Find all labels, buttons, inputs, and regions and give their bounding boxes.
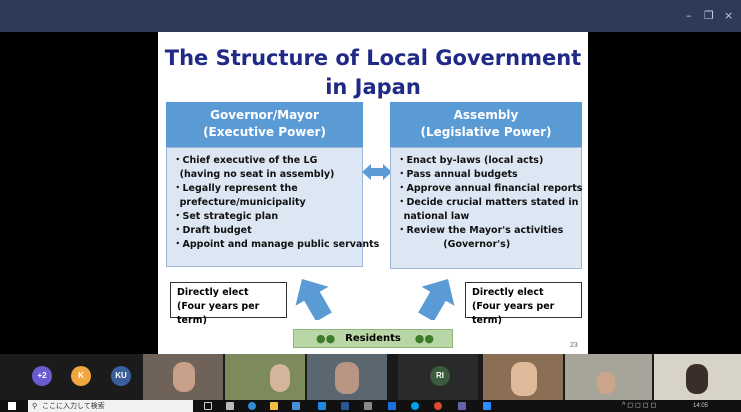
up-arrow-right-icon: [418, 278, 455, 320]
left-elect-line1: Directly elect: [177, 287, 249, 298]
people-icon: ●●: [414, 332, 434, 345]
store-icon[interactable]: [292, 402, 300, 410]
executive-bullet: ・Legally represent the: [173, 183, 298, 194]
executive-bullet: ・Appoint and manage public servants: [173, 239, 380, 250]
people-icon: ●●: [316, 332, 336, 345]
executive-box-body: ・Chief executive of the LG (having no se…: [166, 147, 380, 267]
teams-icon[interactable]: [458, 402, 466, 410]
legislative-box-body: ・Enact by-laws (local acts) ・Pass annual…: [390, 147, 582, 269]
slide-page-number: 23: [570, 342, 578, 349]
windows-taskbar: ⚲ ここに入力して検索 ^ ◻ ◻ ◻ ◻ 14:05: [0, 400, 741, 412]
executive-bullet: (having no seat in assembly): [173, 169, 335, 180]
executive-box-title: Governor/Mayor: [210, 108, 319, 122]
search-icon: ⚲: [32, 402, 38, 410]
legislative-bullet: national law: [397, 211, 470, 222]
participant-video-tile[interactable]: [654, 354, 741, 400]
legislative-box-subtitle: (Legislative Power): [420, 125, 552, 139]
presentation-slide: The Structure of Local Government in Jap…: [158, 32, 588, 354]
executive-bullet: ・Chief executive of the LG: [173, 155, 318, 166]
task-view-icon[interactable]: [204, 402, 212, 410]
window-titlebar: – ❐ ×: [0, 0, 741, 32]
right-elect-line1: Directly elect: [472, 287, 544, 298]
taskbar-search-field[interactable]: ⚲ ここに入力して検索: [28, 400, 193, 412]
tray-icons[interactable]: ^ ◻ ◻ ◻ ◻: [622, 400, 656, 412]
participant-video-tile[interactable]: [483, 354, 563, 400]
windows-start-icon[interactable]: [8, 402, 16, 410]
executive-bullet: ・Set strategic plan: [173, 211, 279, 222]
double-arrow-icon: [362, 164, 392, 180]
taskbar-clock[interactable]: 14:05: [693, 400, 708, 412]
executive-box-header: Governor/Mayor (Executive Power): [166, 102, 363, 147]
outlook-icon[interactable]: [388, 402, 396, 410]
legislative-bullet: ・Pass annual budgets: [397, 169, 518, 180]
participant-avatar-ri: RI: [430, 366, 450, 386]
legislative-bullet: (Governor's): [397, 239, 511, 250]
participant-video-tile[interactable]: [565, 354, 652, 400]
taskbar-search-placeholder: ここに入力して検索: [42, 402, 105, 410]
legislative-bullet: ・Enact by-laws (local acts): [397, 155, 544, 166]
legislative-bullet: ・Review the Mayor's activities: [397, 225, 564, 236]
legislative-bullet: ・Decide crucial matters stated in: [397, 197, 579, 208]
minimize-button[interactable]: –: [686, 9, 692, 22]
right-elect-box: Directly elect (Four years per term): [465, 282, 582, 326]
slide-title-line2: in Japan: [325, 75, 421, 99]
participant-avatar-ku[interactable]: KU: [111, 366, 131, 386]
file-explorer-icon[interactable]: [270, 402, 278, 410]
executive-bullet: prefecture/municipality: [173, 197, 306, 208]
legislative-box-header: Assembly (Legislative Power): [390, 102, 582, 147]
participant-video-tile[interactable]: [307, 354, 387, 400]
zoom-icon[interactable]: [483, 402, 491, 410]
mail-icon[interactable]: [318, 402, 326, 410]
executive-bullet: ・Draft budget: [173, 225, 252, 236]
close-button[interactable]: ×: [724, 9, 733, 22]
skype-icon[interactable]: [411, 402, 419, 410]
participant-video-tile[interactable]: [143, 354, 223, 400]
word-icon[interactable]: [341, 402, 349, 410]
executive-box-subtitle: (Executive Power): [203, 125, 326, 139]
residents-bar: ●● Residents ●●: [293, 329, 453, 348]
up-arrow-left-icon: [295, 278, 332, 320]
app-icon[interactable]: [364, 402, 372, 410]
left-elect-box: Directly elect (Four years per term): [170, 282, 287, 326]
widgets-icon[interactable]: [226, 402, 234, 410]
participant-video-tile[interactable]: [225, 354, 305, 400]
more-participants-avatar[interactable]: +2: [32, 366, 52, 386]
participant-avatar-k[interactable]: K: [71, 366, 91, 386]
legislative-box-title: Assembly: [453, 108, 519, 122]
edge-icon[interactable]: [248, 402, 256, 410]
right-elect-line2: (Four years per term): [472, 301, 555, 326]
residents-label: Residents: [345, 333, 401, 344]
slide-title-line1: The Structure of Local Government: [164, 46, 582, 70]
participant-video-tile[interactable]: RI: [398, 354, 478, 400]
legislative-bullet: ・Approve annual financial reports: [397, 183, 583, 194]
left-elect-line2: (Four years per term): [177, 301, 260, 326]
chrome-icon[interactable]: [434, 402, 442, 410]
participant-strip: +2 K KU RI: [0, 354, 741, 400]
restore-button[interactable]: ❐: [704, 9, 714, 22]
